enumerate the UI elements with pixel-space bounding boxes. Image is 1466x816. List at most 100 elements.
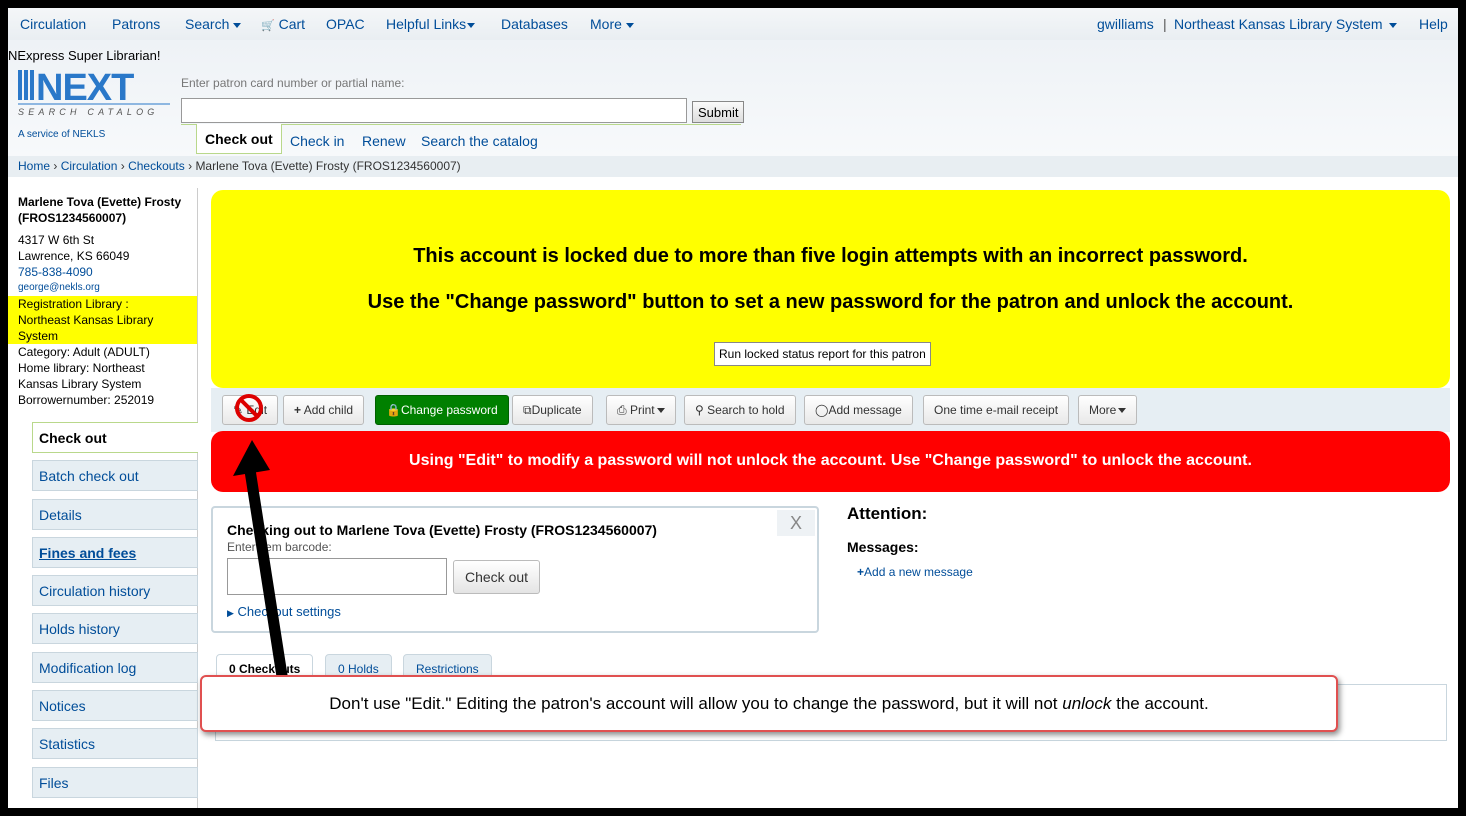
- more-label: More: [1089, 403, 1117, 417]
- add-message-label: Add message: [828, 403, 902, 417]
- nav-cart[interactable]: 🛒 Cart: [261, 16, 305, 32]
- logo-subtext: SEARCH CATALOG: [18, 107, 158, 117]
- barcode-input[interactable]: [227, 558, 447, 595]
- check-out-button[interactable]: Check out: [453, 560, 541, 594]
- tab-check-in[interactable]: Check in: [290, 133, 344, 149]
- nav-helpful-links[interactable]: Helpful Links: [386, 16, 476, 32]
- home-library-2: Kansas Library System: [18, 377, 142, 391]
- tab-check-out[interactable]: Check out: [196, 124, 282, 154]
- patron-email[interactable]: george@nekls.org: [18, 280, 198, 296]
- sidebar-item-batch-check-out[interactable]: Batch check out: [32, 460, 198, 491]
- reg-library-label: Registration Library :: [18, 297, 129, 311]
- sidebar-item-notices[interactable]: Notices: [32, 690, 198, 721]
- patron-phone[interactable]: 785-838-4090: [18, 264, 198, 280]
- sidebar-item-circulation-history[interactable]: Circulation history: [32, 575, 198, 606]
- nav-patrons[interactable]: Patrons: [112, 16, 160, 32]
- caret-right-icon: ▶: [227, 608, 234, 618]
- nav-library-label: Northeast Kansas Library System: [1174, 16, 1383, 32]
- reg-library-line-1: Northeast Kansas Library: [18, 313, 154, 327]
- plus-icon: +: [857, 565, 865, 579]
- change-password-button[interactable]: 🔒Change password: [375, 395, 509, 425]
- more-button[interactable]: More: [1078, 395, 1138, 425]
- tab-renew[interactable]: Renew: [362, 133, 406, 149]
- add-message-button[interactable]: ◯Add message: [804, 395, 913, 425]
- alert-line-1: This account is locked due to more than …: [413, 245, 1248, 267]
- printer-icon: ⎙: [617, 403, 627, 417]
- comment-icon: ◯: [815, 403, 829, 417]
- barcode-label: Enter item barcode:: [227, 540, 332, 554]
- nav-circulation[interactable]: Circulation: [20, 16, 86, 32]
- nav-more-label: More: [590, 16, 622, 32]
- chevron-down-icon: [656, 408, 665, 414]
- service-text: A service of NEKLS: [18, 129, 106, 140]
- sidebar-item-holds-history[interactable]: Holds history: [32, 613, 198, 644]
- app-window: Circulation Patrons Search 🛒 Cart OPAC H…: [8, 8, 1458, 808]
- sidebar-item-details[interactable]: Details: [32, 499, 198, 530]
- logo-text: NEXT: [36, 67, 134, 109]
- lock-icon: 🔒: [386, 403, 401, 417]
- top-navigation: Circulation Patrons Search 🛒 Cart OPAC H…: [8, 8, 1458, 40]
- nav-help[interactable]: Help: [1419, 16, 1448, 32]
- breadcrumb-home[interactable]: Home: [18, 159, 50, 173]
- next-logo[interactable]: NEXT SEARCH CATALOG: [18, 66, 170, 118]
- nav-separator: |: [1163, 16, 1167, 32]
- sidebar-item-statistics[interactable]: Statistics: [32, 728, 198, 759]
- edit-label: Edit: [246, 403, 268, 417]
- patron-search-label: Enter patron card number or partial name…: [181, 76, 405, 90]
- nav-user-label: gwilliams: [1097, 16, 1154, 32]
- tab-search-catalog[interactable]: Search the catalog: [421, 133, 538, 149]
- sidebar-item-check-out[interactable]: Check out: [32, 422, 198, 453]
- patron-info: Marlene Tova (Evette) Frosty (FROS123456…: [8, 194, 198, 408]
- sidebar-item-files[interactable]: Files: [32, 767, 198, 798]
- nav-user[interactable]: gwilliams: [1097, 16, 1154, 32]
- callout-text-after: the account.: [1111, 694, 1209, 713]
- pencil-icon: ✎: [233, 403, 244, 417]
- print-label: Print: [629, 403, 655, 417]
- duplicate-button[interactable]: ⧉Duplicate: [512, 395, 593, 425]
- chevron-down-icon: [1118, 408, 1127, 414]
- run-locked-status-report-button[interactable]: Run locked status report for this patron: [714, 342, 931, 366]
- search-to-hold-button[interactable]: ⚲ Search to hold: [684, 395, 796, 425]
- chevron-down-icon: [625, 22, 634, 28]
- checkout-panel: X Checking out to Marlene Tova (Evette) …: [211, 506, 819, 633]
- breadcrumb-checkouts[interactable]: Checkouts: [128, 159, 185, 173]
- email-receipt-button[interactable]: One time e-mail receipt: [923, 395, 1070, 425]
- nav-opac[interactable]: OPAC: [326, 16, 365, 32]
- patron-address-1: 4317 W 6th St: [18, 233, 95, 247]
- sidebar-item-modification-log[interactable]: Modification log: [32, 652, 198, 683]
- cart-icon: 🛒: [261, 20, 275, 32]
- duplicate-label: Duplicate: [531, 403, 582, 417]
- home-library-1: Home library: Northeast: [18, 361, 145, 375]
- edit-warning-banner: Using "Edit" to modify a password will n…: [211, 431, 1450, 492]
- plus-icon: +: [294, 403, 302, 417]
- attention-heading: Attention:: [847, 504, 928, 523]
- breadcrumb-current: Marlene Tova (Evette) Frosty (FROS123456…: [195, 159, 461, 173]
- print-button[interactable]: ⎙ Print: [606, 395, 676, 425]
- nav-search[interactable]: Search: [185, 16, 242, 32]
- checkout-title: Checking out to Marlene Tova (Evette) Fr…: [227, 522, 657, 538]
- registration-library: Registration Library : Northeast Kansas …: [8, 296, 198, 344]
- nav-cart-label: Cart: [278, 16, 306, 32]
- alert-line-2: Use the "Change password" button to set …: [367, 291, 1294, 313]
- nav-databases[interactable]: Databases: [501, 16, 568, 32]
- close-icon[interactable]: X: [777, 510, 815, 536]
- add-new-message-link[interactable]: +Add a new message: [857, 565, 973, 579]
- checkout-settings-label: Checkout settings: [237, 604, 341, 619]
- breadcrumb: Home › Circulation › Checkouts › Marlene…: [8, 156, 1458, 177]
- add-child-button[interactable]: + Add child: [283, 395, 365, 425]
- chevron-down-icon: [233, 22, 242, 28]
- sidebar-item-fines-and-fees[interactable]: Fines and fees: [32, 537, 198, 568]
- breadcrumb-circulation[interactable]: Circulation: [61, 159, 118, 173]
- nav-library[interactable]: Northeast Kansas Library System: [1174, 16, 1397, 32]
- chevron-down-icon: [1388, 22, 1397, 28]
- chevron-down-icon: [467, 22, 476, 28]
- edit-button[interactable]: ✎ Edit: [222, 395, 278, 425]
- patron-search-input[interactable]: [181, 98, 687, 123]
- nav-more[interactable]: More: [590, 16, 634, 32]
- add-new-message-label: Add a new message: [864, 565, 973, 579]
- change-password-label: Change password: [400, 403, 498, 417]
- checkout-settings-toggle[interactable]: ▶ Checkout settings: [227, 604, 341, 619]
- submit-button[interactable]: Submit: [692, 101, 745, 123]
- nav-search-label: Search: [185, 16, 230, 32]
- search-to-hold-label: Search to hold: [707, 403, 785, 417]
